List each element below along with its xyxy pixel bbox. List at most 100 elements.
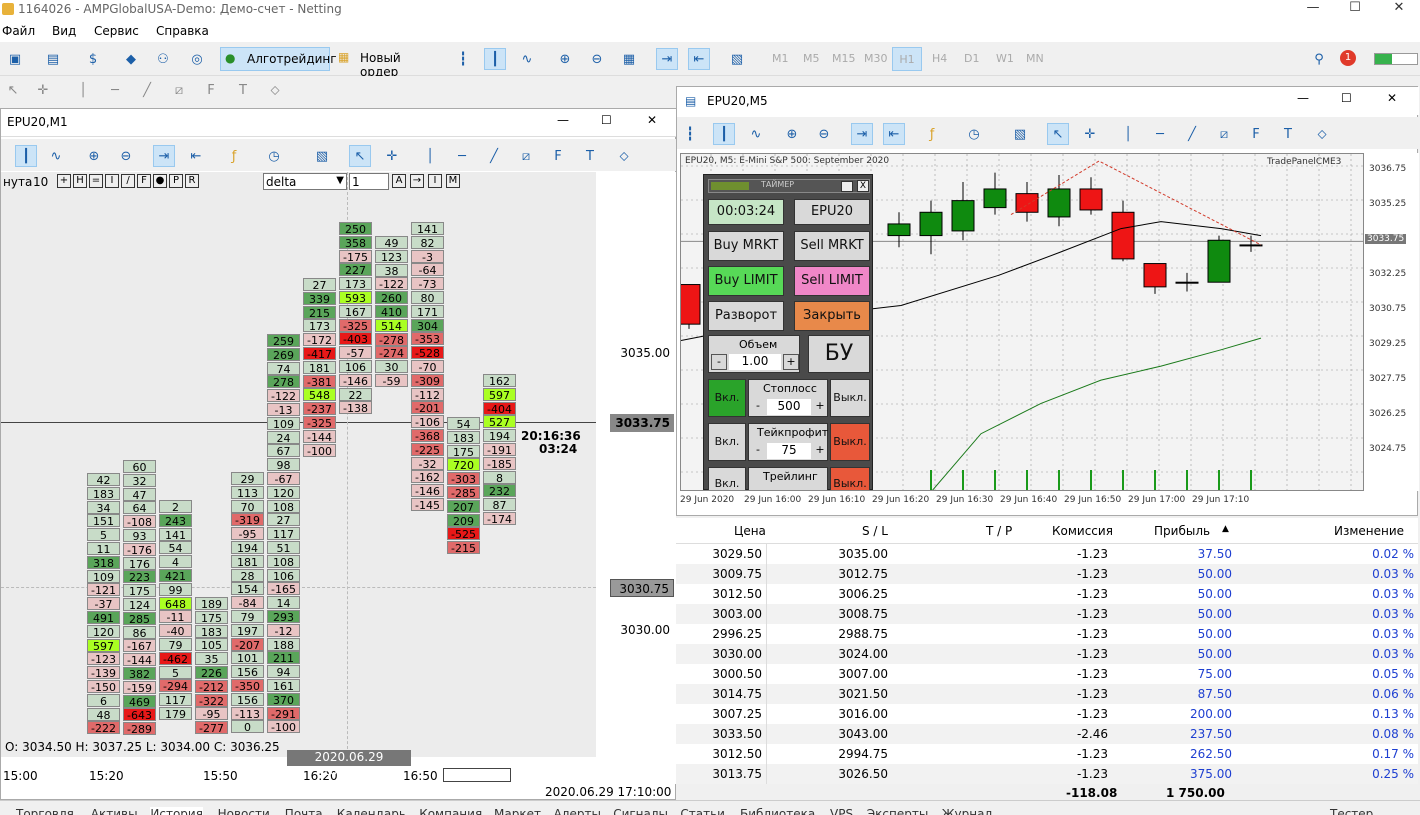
table-row[interactable]: 3014.75 3021.50 -1.23 87.50 0.06 % xyxy=(676,684,1418,704)
col-tp[interactable]: T / P xyxy=(986,524,1012,538)
tf-h1[interactable]: H1 xyxy=(892,47,922,71)
toggle-button[interactable]: ● xyxy=(153,174,167,188)
fibo-fan-icon[interactable]: F xyxy=(200,79,222,101)
trailing-off-button[interactable]: Выкл. xyxy=(830,467,870,490)
sell-market-button[interactable]: Sell MRKT xyxy=(794,231,870,261)
menu-service[interactable]: Сервис xyxy=(94,24,139,38)
indicators-icon[interactable]: ƒ xyxy=(921,123,943,145)
toolbox-tab[interactable]: История xyxy=(150,807,203,815)
zoom-in-icon[interactable]: ⊕ xyxy=(554,48,576,70)
zoom-out-icon[interactable]: ⊖ xyxy=(115,145,137,167)
new-chart-icon[interactable]: ▣ xyxy=(4,48,26,70)
fibo-fan-icon[interactable]: F xyxy=(547,145,569,167)
toolbox-tab[interactable]: Торговля xyxy=(16,807,74,815)
table-row[interactable]: 3007.25 3016.00 -1.23 200.00 0.13 % xyxy=(676,704,1418,724)
table-row[interactable]: 3029.50 3035.00 -1.23 37.50 0.02 % xyxy=(676,544,1418,564)
shapes-icon[interactable]: ⬦ xyxy=(264,79,286,101)
table-row[interactable]: 2996.25 2988.75 -1.23 50.00 0.03 % xyxy=(676,624,1418,644)
takeprofit-off-button[interactable]: Выкл. xyxy=(830,423,870,461)
crosshair-icon[interactable]: ✛ xyxy=(32,79,54,101)
zoom-out-icon[interactable]: ⊖ xyxy=(813,123,835,145)
reverse-button[interactable]: Разворот xyxy=(708,301,784,331)
close-icon[interactable]: ✕ xyxy=(647,113,657,127)
chart-shift-icon[interactable]: ⇤ xyxy=(883,123,905,145)
candle-chart-icon[interactable]: ┃ xyxy=(484,48,506,70)
sell-limit-button[interactable]: Sell LIMIT xyxy=(794,266,870,296)
toggle-button[interactable]: + xyxy=(57,174,71,188)
table-row[interactable]: 3009.75 3012.75 -1.23 50.00 0.03 % xyxy=(676,564,1418,584)
vline-icon[interactable]: │ xyxy=(72,79,94,101)
chart-shift-icon[interactable]: ⇤ xyxy=(185,145,207,167)
vline-icon[interactable]: │ xyxy=(419,145,441,167)
toolbox-tab[interactable]: Сигналы xyxy=(613,807,668,815)
signals-icon[interactable]: ◎ xyxy=(186,48,208,70)
shapes-icon[interactable]: ⬦ xyxy=(613,145,635,167)
hline-icon[interactable]: ─ xyxy=(451,145,473,167)
minimize-icon[interactable]: — xyxy=(1290,0,1336,20)
indicators-icon[interactable]: ƒ xyxy=(223,145,245,167)
takeprofit-minus-button[interactable]: - xyxy=(751,443,765,459)
crosshair-icon[interactable]: ✛ xyxy=(381,145,403,167)
templates-icon[interactable]: ▧ xyxy=(1009,123,1031,145)
close-icon[interactable]: ✕ xyxy=(1387,91,1397,105)
table-row[interactable]: 3000.50 3007.00 -1.23 75.00 0.05 % xyxy=(676,664,1418,684)
autoscroll-icon[interactable]: ⇥ xyxy=(153,145,175,167)
market-watch-icon[interactable]: $ xyxy=(82,48,104,70)
zoom-out-icon[interactable]: ⊖ xyxy=(586,48,608,70)
cluster-option-button[interactable]: I xyxy=(428,174,442,188)
cursor-icon[interactable]: ↖ xyxy=(2,79,24,101)
algotrading-button[interactable]: ● Алготрейдинг xyxy=(220,47,337,71)
candle-chart-icon[interactable]: ┃ xyxy=(15,145,37,167)
text-icon[interactable]: T xyxy=(579,145,601,167)
fibo-icon[interactable]: ⧄ xyxy=(515,145,537,167)
candle-chart-icon[interactable]: ┃ xyxy=(713,123,735,145)
volume-minus-button[interactable]: - xyxy=(711,354,727,370)
candle-chart-area[interactable]: EPU20, M5: E-Mini S&P 500: September 202… xyxy=(680,153,1364,491)
maximize-icon[interactable]: ☐ xyxy=(1332,0,1378,20)
tf-m15[interactable]: M15 xyxy=(832,52,856,65)
profiles-icon[interactable]: ▤ xyxy=(42,48,64,70)
chart-shift-icon[interactable]: ⇤ xyxy=(688,48,710,70)
tf-m30[interactable]: M30 xyxy=(864,52,888,65)
table-row[interactable]: 3013.75 3026.50 -1.23 375.00 0.25 % xyxy=(676,764,1418,784)
periods-icon[interactable]: ◷ xyxy=(263,145,285,167)
line-chart-icon[interactable]: ∿ xyxy=(745,123,767,145)
toggle-button[interactable]: F xyxy=(137,174,151,188)
toggle-button[interactable]: H xyxy=(73,174,87,188)
table-row[interactable]: 3012.50 2994.75 -1.23 262.50 0.17 % xyxy=(676,744,1418,764)
fibo-icon[interactable]: ⧄ xyxy=(168,79,190,101)
stoploss-off-button[interactable]: Выкл. xyxy=(830,379,870,417)
autoscroll-icon[interactable]: ⇥ xyxy=(851,123,873,145)
scroll-box[interactable] xyxy=(443,768,511,782)
toggle-button[interactable]: I xyxy=(105,174,119,188)
minimize-icon[interactable]: — xyxy=(1297,91,1309,105)
tf-d1[interactable]: D1 xyxy=(964,52,979,65)
text-icon[interactable]: T xyxy=(232,79,254,101)
cluster-chart-area[interactable]: нута 10 + H = I / F ● P R delta ▼ 1 A → I M 42 183 34… xyxy=(1,172,596,784)
toggle-button[interactable]: R xyxy=(185,174,199,188)
trendline-icon[interactable]: ╱ xyxy=(483,145,505,167)
takeprofit-on-button[interactable]: Вкл. xyxy=(708,423,746,461)
templates-icon[interactable]: ▧ xyxy=(726,48,748,70)
stoploss-plus-button[interactable]: + xyxy=(813,399,827,415)
minimize-icon[interactable]: — xyxy=(557,113,569,127)
mode-select[interactable]: delta ▼ xyxy=(263,173,347,190)
table-row[interactable]: 3033.50 3043.00 -2.46 237.50 0.08 % xyxy=(676,724,1418,744)
col-sl[interactable]: S / L xyxy=(862,524,888,538)
table-row[interactable]: 3030.00 3024.00 -1.23 50.00 0.03 % xyxy=(676,644,1418,664)
collapse-button[interactable] xyxy=(841,181,853,192)
stoploss-input[interactable]: 500 xyxy=(767,399,811,415)
cluster-option-button[interactable]: A xyxy=(392,174,406,188)
shapes-icon[interactable]: ⬦ xyxy=(1311,123,1333,145)
zoom-in-icon[interactable]: ⊕ xyxy=(781,123,803,145)
bar-chart-icon[interactable]: ┇ xyxy=(452,48,474,70)
toolbox-tab[interactable]: Компания xyxy=(419,807,482,815)
toolbox-tab[interactable]: Библиотека xyxy=(740,807,815,815)
tf-m1[interactable]: M1 xyxy=(772,52,789,65)
navigator-icon[interactable]: ◆ xyxy=(120,48,142,70)
maximize-icon[interactable]: ☐ xyxy=(1341,91,1352,105)
toggle-button[interactable]: = xyxy=(89,174,103,188)
tf-mn[interactable]: MN xyxy=(1026,52,1044,65)
accounts-icon[interactable]: ⚇ xyxy=(152,48,174,70)
close-all-button[interactable]: Закрыть xyxy=(794,301,870,331)
